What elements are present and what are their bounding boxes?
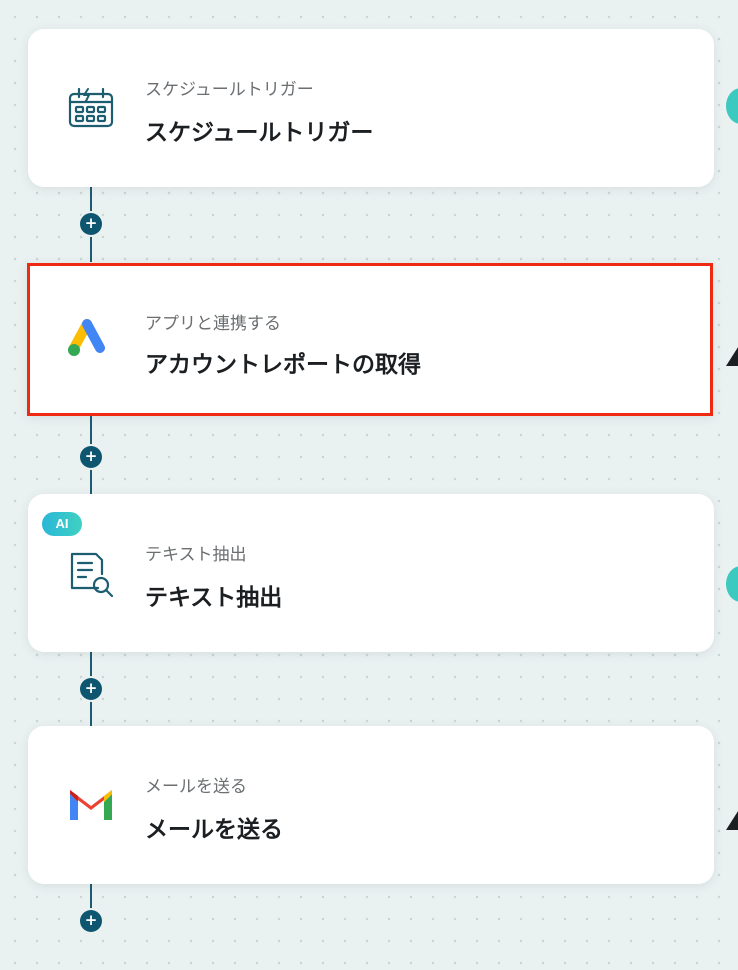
step-subtitle: テキスト抽出 bbox=[145, 545, 247, 565]
step-subtitle: アプリと連携する bbox=[145, 314, 281, 334]
ai-badge: AI bbox=[42, 512, 82, 536]
flow-step-card[interactable]: メールを送る メールを送る bbox=[28, 726, 714, 884]
add-step-button[interactable]: + bbox=[80, 213, 102, 235]
add-step-button[interactable]: + bbox=[80, 446, 102, 468]
step-subtitle: メールを送る bbox=[145, 777, 247, 797]
gmail-icon bbox=[66, 782, 116, 828]
flow-step-card-selected[interactable]: アプリと連携する アカウントレポートの取得 bbox=[27, 263, 713, 416]
step-title: アカウントレポートの取得 bbox=[145, 352, 421, 378]
side-node-icon bbox=[726, 88, 738, 124]
side-node-icon bbox=[726, 566, 738, 602]
step-subtitle: スケジュールトリガー bbox=[145, 80, 314, 100]
flow-step-card[interactable]: スケジュールトリガー スケジュールトリガー bbox=[28, 29, 714, 187]
step-title: テキスト抽出 bbox=[145, 585, 283, 611]
step-title: スケジュールトリガー bbox=[145, 120, 374, 146]
side-warning-icon bbox=[726, 808, 738, 830]
add-step-button[interactable]: + bbox=[80, 910, 102, 932]
document-search-icon bbox=[66, 550, 116, 598]
side-warning-icon bbox=[726, 344, 738, 366]
google-ads-icon bbox=[66, 318, 116, 364]
calendar-schedule-icon bbox=[66, 85, 116, 131]
add-step-button[interactable]: + bbox=[80, 678, 102, 700]
flow-step-card[interactable]: AI テキスト抽出 テキスト抽出 bbox=[28, 494, 714, 652]
step-title: メールを送る bbox=[145, 817, 283, 843]
